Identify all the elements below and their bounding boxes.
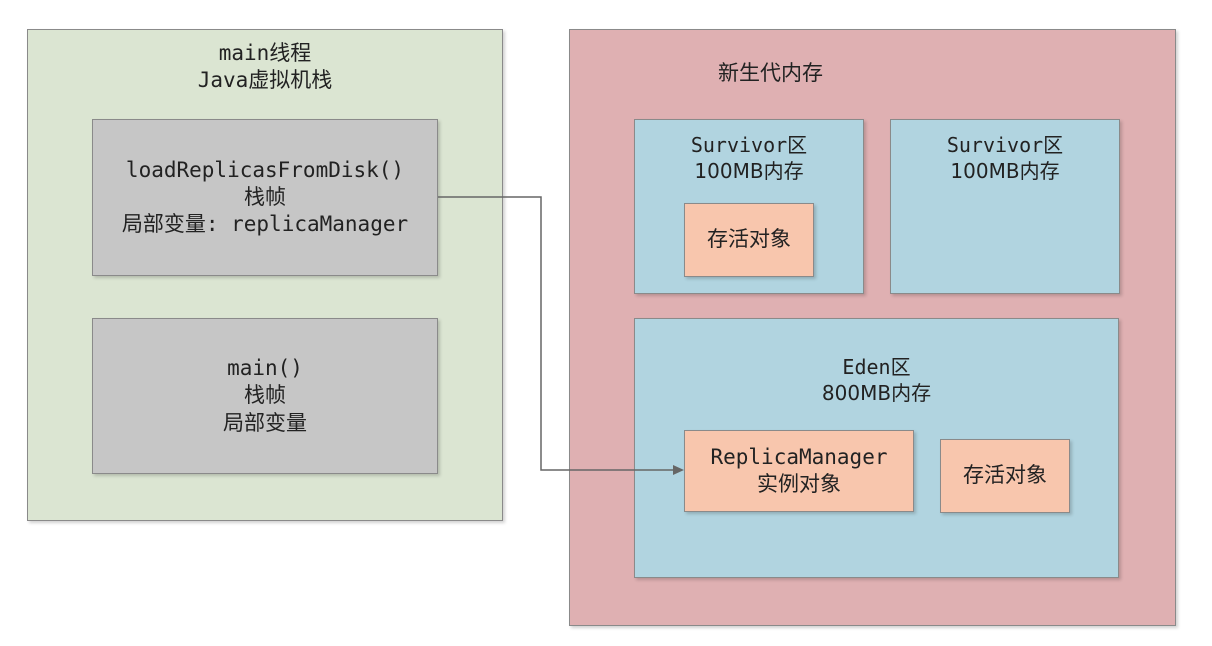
reference-arrow-line (438, 196, 676, 471)
reference-arrow-head (673, 465, 684, 475)
reference-arrow (438, 196, 684, 475)
